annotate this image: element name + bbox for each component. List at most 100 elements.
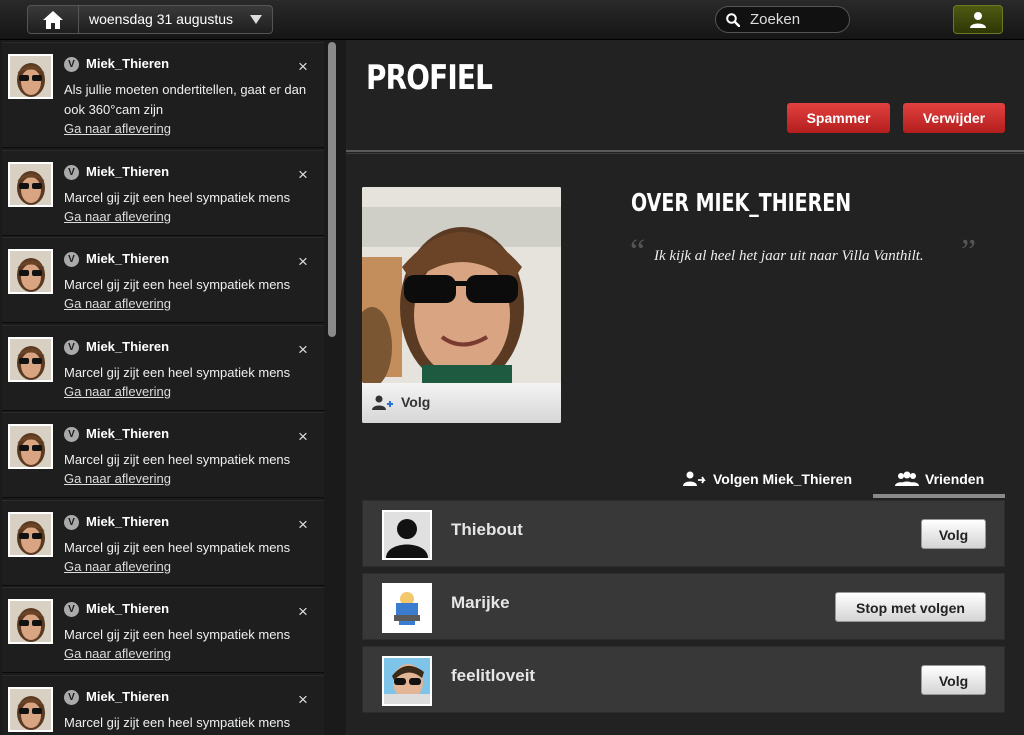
feed-scrollbar[interactable] bbox=[328, 42, 336, 337]
verified-badge-icon: V bbox=[64, 602, 79, 617]
feed-username: Miek_Thieren bbox=[86, 601, 170, 616]
feed-item: V Miek_Thieren × Marcel gij zijt een heel s… bbox=[2, 237, 324, 323]
episode-link[interactable]: Ga naar aflevering bbox=[64, 384, 171, 399]
tab-following[interactable]: Volgen Miek_Thieren bbox=[683, 468, 852, 498]
avatar bbox=[382, 510, 432, 560]
feed-username: Miek_Thieren bbox=[86, 251, 170, 266]
friends-icon bbox=[895, 471, 919, 486]
episode-link[interactable]: Ga naar aflevering bbox=[64, 646, 171, 661]
feed-message: Marcel gij zijt een heel sympatiek mens bbox=[64, 715, 291, 730]
chevron-down-icon bbox=[250, 15, 262, 24]
quote-close: ” bbox=[961, 233, 977, 270]
friend-row: feelitloveit Volg bbox=[362, 646, 1005, 713]
avatar bbox=[8, 54, 53, 99]
verified-badge-icon: V bbox=[64, 252, 79, 267]
feed-message: Marcel gij zijt een heel sympatiek mens bbox=[64, 277, 291, 292]
close-icon[interactable]: × bbox=[298, 252, 308, 272]
friend-name: Thiebout bbox=[451, 520, 523, 539]
feed-message: Als jullie moeten ondertitellen, gaat er… bbox=[64, 82, 307, 117]
episode-link[interactable]: Ga naar aflevering bbox=[64, 559, 171, 574]
follow-button[interactable]: Volg bbox=[921, 519, 986, 549]
feed-item: V Miek_Thieren × Marcel gij zijt een heel s… bbox=[2, 500, 324, 586]
avatar bbox=[8, 687, 53, 732]
delete-button[interactable]: Verwijder bbox=[903, 103, 1005, 133]
feed-message: Marcel gij zijt een heel sympatiek mens bbox=[64, 540, 291, 555]
add-user-icon bbox=[372, 395, 393, 410]
episode-link[interactable]: Ga naar aflevering bbox=[64, 471, 171, 486]
search-icon bbox=[726, 13, 740, 27]
close-icon[interactable]: × bbox=[298, 690, 308, 710]
date-select[interactable]: woensdag 31 augustus bbox=[78, 5, 273, 34]
close-icon[interactable]: × bbox=[298, 515, 308, 535]
follow-profile-button[interactable]: Volg bbox=[362, 383, 561, 423]
notification-feed: V Miek_Thieren × Als jullie moeten ondertit… bbox=[0, 40, 345, 735]
spammer-button[interactable]: Spammer bbox=[787, 103, 890, 133]
episode-link[interactable]: Ga naar aflevering bbox=[64, 296, 171, 311]
search-input[interactable]: Zoeken bbox=[715, 6, 850, 33]
avatar bbox=[8, 337, 53, 382]
about-text: Ik kijk al heel het jaar uit naar Villa … bbox=[654, 248, 924, 264]
profile-photo bbox=[362, 187, 561, 383]
verified-badge-icon: V bbox=[64, 57, 79, 72]
feed-message: Marcel gij zijt een heel sympatiek mens bbox=[64, 627, 291, 642]
quote-open: “ bbox=[630, 233, 646, 270]
follow-user-icon bbox=[683, 471, 706, 486]
friend-row: Thiebout Volg bbox=[362, 500, 1005, 567]
home-icon bbox=[43, 10, 63, 29]
verified-badge-icon: V bbox=[64, 340, 79, 355]
page-title: PROFIEL bbox=[366, 58, 493, 98]
avatar bbox=[8, 424, 53, 469]
feed-item: V Miek_Thieren × Als jullie moeten ondertit… bbox=[2, 42, 324, 148]
active-tab-indicator bbox=[873, 494, 1005, 498]
verified-badge-icon: V bbox=[64, 515, 79, 530]
date-select-value: woensdag 31 augustus bbox=[89, 11, 233, 27]
unfollow-button[interactable]: Stop met volgen bbox=[835, 592, 986, 622]
avatar bbox=[8, 249, 53, 294]
close-icon[interactable]: × bbox=[298, 165, 308, 185]
friend-name: feelitloveit bbox=[451, 666, 536, 685]
friend-row: Marijke Stop met volgen bbox=[362, 573, 1005, 640]
profile-panel: PROFIEL Spammer Verwijder Volg OVER MIEK… bbox=[346, 40, 1024, 735]
profile-photo-card: Volg bbox=[362, 187, 561, 423]
feed-item: V Miek_Thieren × Marcel gij zijt een heel s… bbox=[2, 587, 324, 673]
feed-message: Marcel gij zijt een heel sympatiek mens bbox=[64, 190, 291, 205]
feed-message: Marcel gij zijt een heel sympatiek mens bbox=[64, 365, 291, 380]
divider bbox=[346, 150, 1024, 154]
follow-button[interactable]: Volg bbox=[921, 665, 986, 695]
feed-message: Marcel gij zijt een heel sympatiek mens bbox=[64, 452, 291, 467]
verified-badge-icon: V bbox=[64, 690, 79, 705]
feed-username: Miek_Thieren bbox=[86, 426, 170, 441]
home-button[interactable] bbox=[27, 5, 79, 34]
feed-item: V Miek_Thieren × Marcel gij zijt een heel s… bbox=[2, 675, 324, 735]
episode-link[interactable]: Ga naar aflevering bbox=[64, 121, 171, 136]
top-bar: woensdag 31 augustus Zoeken bbox=[0, 0, 1024, 40]
about-title: OVER MIEK_THIEREN bbox=[631, 188, 852, 217]
tab-friends-label: Vrienden bbox=[925, 471, 985, 487]
close-icon[interactable]: × bbox=[298, 602, 308, 622]
verified-badge-icon: V bbox=[64, 427, 79, 442]
avatar bbox=[382, 656, 432, 706]
close-icon[interactable]: × bbox=[298, 57, 308, 77]
avatar bbox=[8, 162, 53, 207]
tab-following-label: Volgen Miek_Thieren bbox=[713, 471, 852, 487]
close-icon[interactable]: × bbox=[298, 340, 308, 360]
close-icon[interactable]: × bbox=[298, 427, 308, 447]
feed-item: V Miek_Thieren × Marcel gij zijt een heel s… bbox=[2, 150, 324, 236]
user-icon bbox=[970, 11, 986, 28]
feed-username: Miek_Thieren bbox=[86, 164, 170, 179]
user-account-button[interactable] bbox=[953, 5, 1003, 34]
avatar bbox=[8, 599, 53, 644]
feed-username: Miek_Thieren bbox=[86, 514, 170, 529]
feed-item: V Miek_Thieren × Marcel gij zijt een heel s… bbox=[2, 412, 324, 498]
verified-badge-icon: V bbox=[64, 165, 79, 180]
episode-link[interactable]: Ga naar aflevering bbox=[64, 209, 171, 224]
avatar bbox=[8, 512, 53, 557]
search-placeholder: Zoeken bbox=[750, 11, 801, 28]
feed-item: V Miek_Thieren × Marcel gij zijt een heel s… bbox=[2, 325, 324, 411]
friend-name: Marijke bbox=[451, 593, 510, 612]
feed-username: Miek_Thieren bbox=[86, 689, 170, 704]
follow-label: Volg bbox=[401, 394, 431, 410]
avatar bbox=[382, 583, 432, 633]
feed-username: Miek_Thieren bbox=[86, 339, 170, 354]
feed-username: Miek_Thieren bbox=[86, 56, 170, 71]
